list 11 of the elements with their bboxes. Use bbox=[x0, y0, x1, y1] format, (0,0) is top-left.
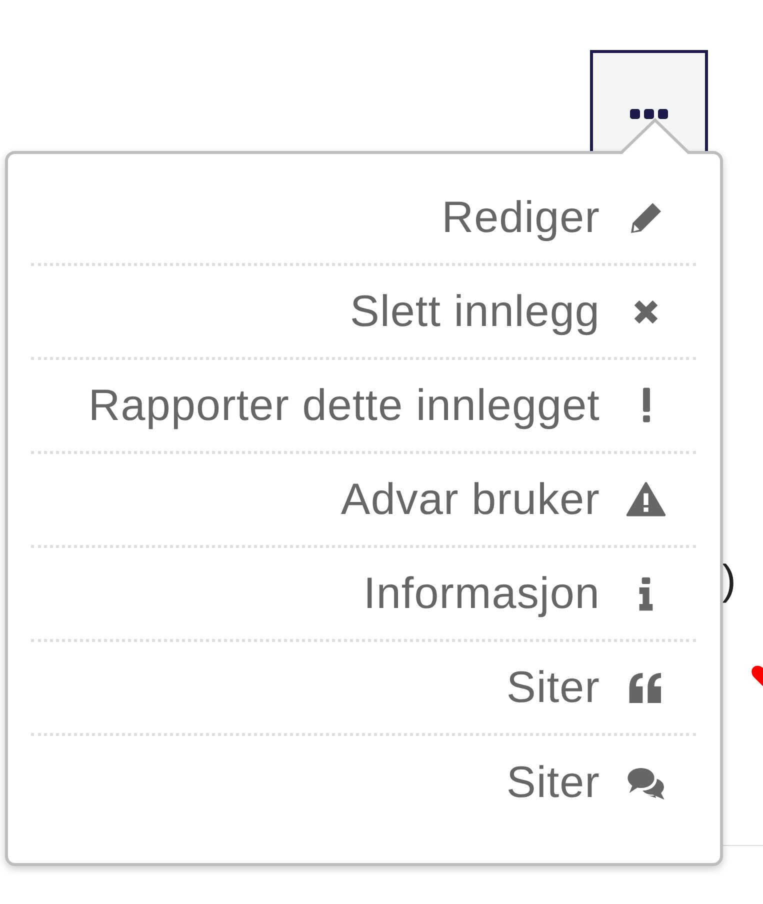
menu-item[interactable]: Siter bbox=[31, 642, 696, 736]
menu-item[interactable]: Slett innlegg bbox=[31, 266, 696, 360]
background-text: ) bbox=[722, 556, 736, 604]
ellipsis-icon bbox=[630, 109, 668, 119]
menu-item[interactable]: Rapporter dette innlegget bbox=[31, 360, 696, 454]
menu-item[interactable]: Advar bruker bbox=[31, 454, 696, 548]
menu-item[interactable]: Informasjon bbox=[31, 548, 696, 642]
warn-icon bbox=[626, 480, 666, 520]
menu-item[interactable]: Siter bbox=[31, 736, 696, 830]
menu-item[interactable]: Rediger bbox=[31, 172, 696, 266]
exclamation-icon bbox=[640, 386, 652, 424]
